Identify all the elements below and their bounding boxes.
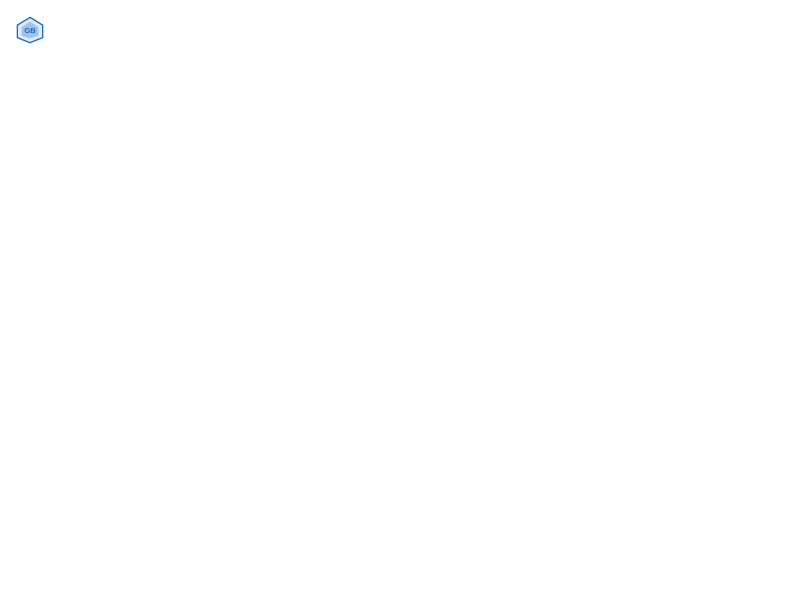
svg-text:GB: GB [24,26,36,35]
logo-icon: GB [16,16,44,44]
logo: GB [16,16,48,44]
page-header: GB [16,16,776,44]
